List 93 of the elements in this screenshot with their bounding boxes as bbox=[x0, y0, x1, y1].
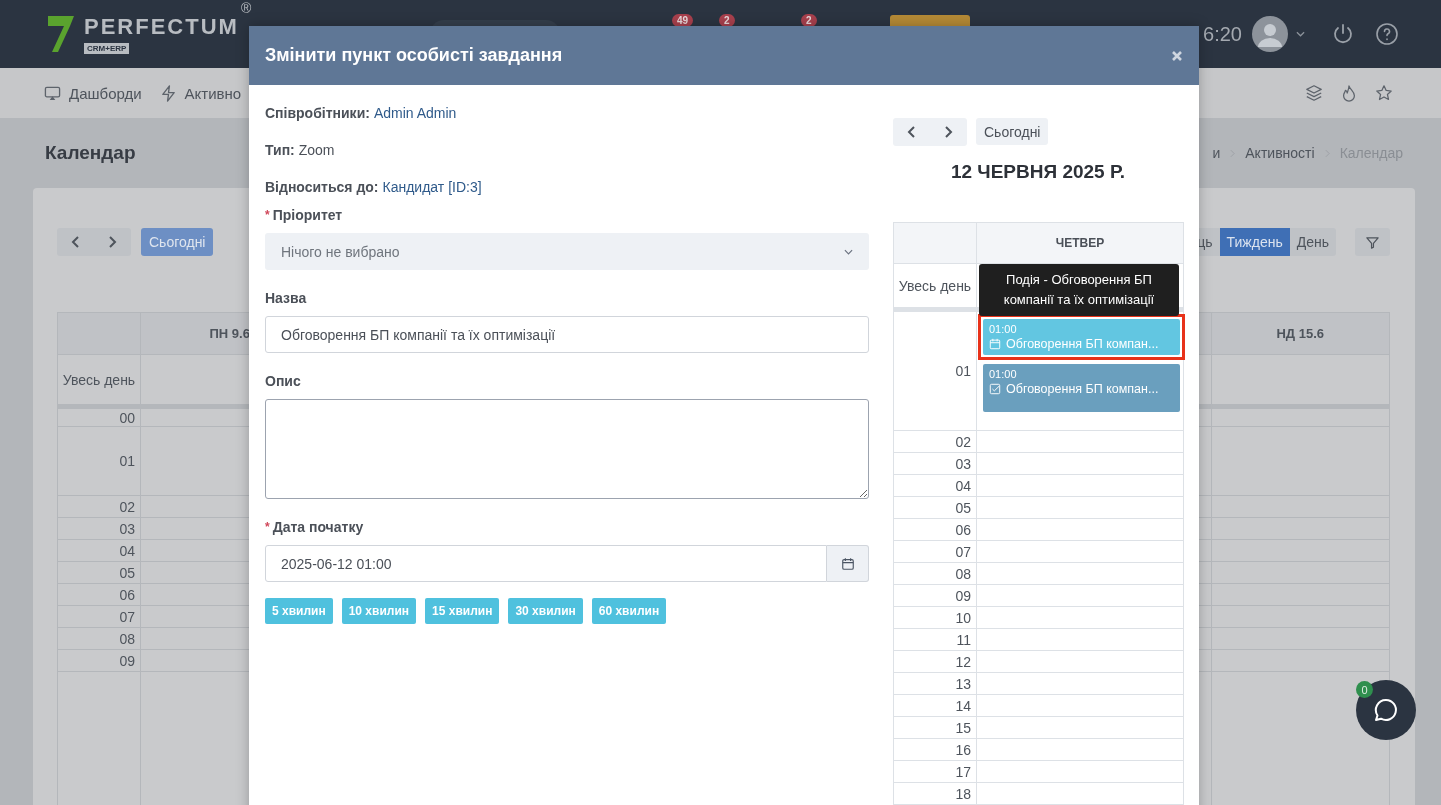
hour-label: 11 bbox=[894, 629, 977, 651]
name-input[interactable]: Обговорення БП компанії та їх оптимізації bbox=[265, 316, 869, 353]
hour-label: 10 bbox=[894, 607, 977, 629]
hour-label: 15 bbox=[894, 717, 977, 739]
hour-label: 03 bbox=[894, 453, 977, 475]
start-date-input[interactable]: 2025-06-12 01:00 bbox=[265, 545, 828, 582]
brand-subtitle: CRM+ERP bbox=[84, 43, 130, 54]
hour-label: 12 bbox=[894, 651, 977, 673]
hour-label: 03 bbox=[58, 518, 141, 540]
dialog-title: Змінити пункт особисті завдання bbox=[265, 45, 563, 66]
hour-label: 08 bbox=[894, 563, 977, 585]
star-icon[interactable] bbox=[1375, 84, 1393, 102]
page-title: Календар bbox=[45, 142, 136, 164]
duration-button[interactable]: 60 хвилин bbox=[591, 598, 667, 624]
all-day-label: Увесь день bbox=[58, 355, 141, 405]
monitor-icon bbox=[44, 84, 61, 102]
chevron-left-icon[interactable] bbox=[906, 125, 916, 139]
all-day-label: Увесь день bbox=[894, 264, 977, 308]
date-picker-button[interactable] bbox=[827, 545, 869, 582]
hour-label: 09 bbox=[58, 650, 141, 672]
view-tab[interactable]: День bbox=[1289, 228, 1336, 256]
chevron-right-icon[interactable] bbox=[108, 235, 118, 249]
info-label: Тип: bbox=[265, 141, 295, 158]
hour-label: 01 bbox=[58, 427, 141, 496]
chat-icon bbox=[1372, 696, 1400, 724]
close-icon[interactable] bbox=[1171, 49, 1183, 62]
hour-label: 08 bbox=[58, 628, 141, 650]
info-label: Співробітники: bbox=[265, 104, 370, 121]
hour-label: 04 bbox=[58, 540, 141, 562]
field-label: Пріоритет bbox=[272, 207, 343, 223]
calendar-date-title: 12 ЧЕРВНЯ 2025 Р. bbox=[949, 161, 1127, 184]
hour-label: 01 bbox=[894, 308, 977, 431]
calendar-icon bbox=[989, 338, 1001, 350]
hour-label: 04 bbox=[894, 475, 977, 497]
hour-label: 14 bbox=[894, 695, 977, 717]
hour-label: 02 bbox=[894, 431, 977, 453]
required-mark: * bbox=[265, 208, 270, 222]
breadcrumb-link[interactable]: Активності bbox=[1245, 145, 1315, 161]
field-label: Дата початку bbox=[272, 519, 364, 535]
duration-button[interactable]: 10 хвилин bbox=[341, 598, 417, 624]
view-tab[interactable]: Тиждень bbox=[1219, 228, 1290, 256]
chevron-left-icon[interactable] bbox=[70, 235, 80, 249]
today-button[interactable]: Сьогодні bbox=[141, 228, 214, 256]
priority-select[interactable]: Нічого не вибрано bbox=[265, 233, 869, 270]
breadcrumb-link[interactable]: и bbox=[1212, 145, 1221, 161]
hour-label: 13 bbox=[894, 673, 977, 695]
calendar-icon bbox=[840, 556, 855, 571]
layers-icon[interactable] bbox=[1305, 84, 1323, 102]
hour-label: 02 bbox=[58, 496, 141, 518]
hour-label: 06 bbox=[894, 519, 977, 541]
help-icon[interactable] bbox=[1375, 22, 1399, 46]
chevron-down-icon bbox=[844, 248, 853, 255]
today-button[interactable]: Сьогодні bbox=[976, 118, 1049, 145]
hour-label: 17 bbox=[894, 761, 977, 783]
day-header: НД 15.6 bbox=[1211, 312, 1390, 355]
hour-label: 07 bbox=[894, 541, 977, 563]
duration-button[interactable]: 5 хвилин bbox=[265, 598, 333, 624]
chevron-right-icon[interactable] bbox=[944, 125, 954, 139]
nav-link[interactable]: Дашборди bbox=[69, 84, 142, 102]
hour-label: 06 bbox=[58, 584, 141, 606]
description-textarea[interactable] bbox=[265, 399, 869, 499]
hour-label: 09 bbox=[894, 585, 977, 607]
logo-icon bbox=[46, 14, 76, 54]
field-label: Назва bbox=[265, 290, 307, 306]
hour-label: 05 bbox=[894, 497, 977, 519]
day-header: ЧЕТВЕР bbox=[977, 222, 1184, 264]
registered-mark: ® bbox=[240, 0, 252, 16]
power-icon[interactable] bbox=[1331, 22, 1355, 46]
flame-icon[interactable] bbox=[1340, 84, 1358, 102]
field-label: Опис bbox=[265, 373, 301, 389]
calendar-event[interactable]: 01:00 Обговорення БП компан... bbox=[983, 364, 1180, 412]
hour-label: 00 bbox=[58, 405, 141, 427]
required-mark: * bbox=[265, 520, 270, 534]
checkbox-icon bbox=[989, 383, 1001, 395]
clock-time: 6:20 bbox=[1203, 22, 1242, 46]
duration-button[interactable]: 30 хвилин bbox=[508, 598, 583, 624]
hour-label: 16 bbox=[894, 739, 977, 761]
caret-icon[interactable] bbox=[1296, 31, 1305, 37]
lightning-icon bbox=[159, 84, 177, 102]
info-value: Zoom bbox=[298, 141, 335, 158]
filter-button[interactable] bbox=[1355, 228, 1390, 256]
info-label: Відноситься до: bbox=[265, 178, 379, 195]
info-link[interactable]: Admin Admin bbox=[373, 104, 457, 121]
info-link[interactable]: Кандидат [ID:3] bbox=[382, 178, 482, 195]
avatar-icon[interactable] bbox=[1252, 16, 1288, 52]
brand-name: PERFECTUM bbox=[84, 14, 239, 40]
filter-icon bbox=[1365, 234, 1380, 250]
hour-label: 07 bbox=[58, 606, 141, 628]
nav-link[interactable]: Активно bbox=[184, 84, 242, 102]
tooltip: Подія - Обговорення БП компанії та їх оптимізації bbox=[979, 264, 1179, 316]
duration-button[interactable]: 15 хвилин bbox=[425, 598, 500, 624]
hour-label: 05 bbox=[58, 562, 141, 584]
hour-label: 18 bbox=[894, 783, 977, 805]
